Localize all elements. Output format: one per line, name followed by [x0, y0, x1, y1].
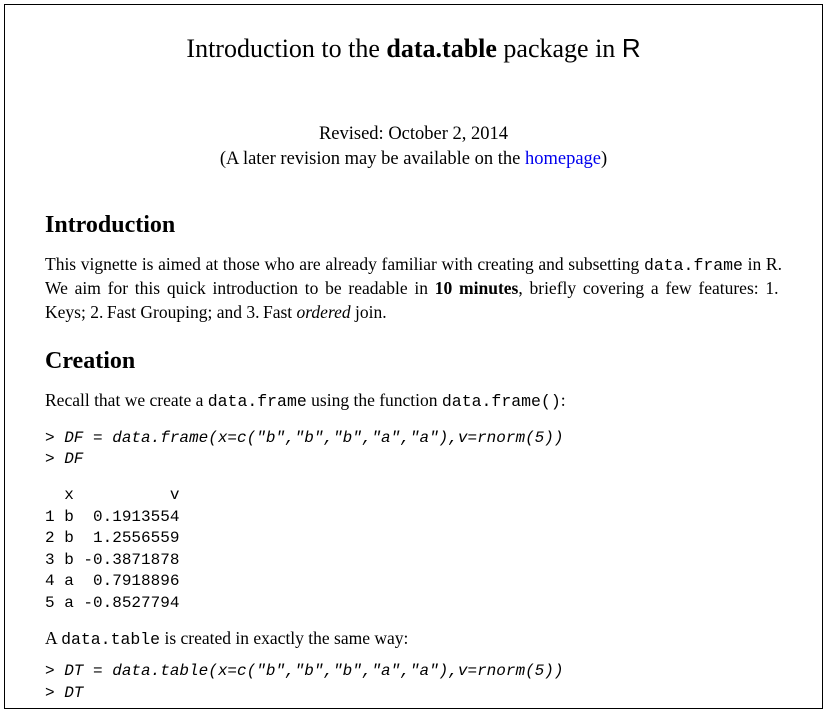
- homepage-link[interactable]: homepage: [525, 149, 601, 169]
- code-inline-dataframe: data.frame: [644, 256, 743, 275]
- revised-post: ): [601, 149, 607, 169]
- page-title: Introduction to the data.table package i…: [45, 33, 782, 64]
- title-sans-r: R: [622, 33, 641, 63]
- title-bold: data.table: [386, 34, 497, 63]
- revised-line2: (A later revision may be available on th…: [45, 147, 782, 172]
- revised-line1: Revised: October 2, 2014: [45, 122, 782, 147]
- document-page: Introduction to the data.table package i…: [4, 4, 823, 709]
- creation-intro-paragraph: Recall that we create a data.frame using…: [45, 389, 782, 413]
- code-inline-dataframe2: data.frame: [208, 392, 307, 411]
- code-block-2: > DT = data.table(x=c("b","b","b","a","a…: [45, 661, 782, 704]
- bold-10-minutes: 10 minutes: [435, 278, 519, 298]
- code-inline-datatable: data.table: [61, 630, 160, 649]
- output-block-1: x v 1 b 0.1913554 2 b 1.2556559 3 b -0.3…: [45, 485, 782, 615]
- intro-paragraph: This vignette is aimed at those who are …: [45, 253, 782, 325]
- italic-ordered: ordered: [297, 302, 351, 322]
- title-part2: package in: [497, 34, 622, 63]
- intro-heading: Introduction: [45, 212, 782, 239]
- title-part1: Introduction to the: [186, 34, 386, 63]
- code-inline-dataframefn: data.frame(): [442, 392, 561, 411]
- code-block-1: > DF = data.frame(x=c("b","b","b","a","a…: [45, 428, 782, 471]
- revised-pre: (A later revision may be available on th…: [220, 149, 525, 169]
- revised-block: Revised: October 2, 2014 (A later revisi…: [45, 122, 782, 172]
- creation-heading: Creation: [45, 348, 782, 375]
- between-paragraph: A data.table is created in exactly the s…: [45, 628, 782, 649]
